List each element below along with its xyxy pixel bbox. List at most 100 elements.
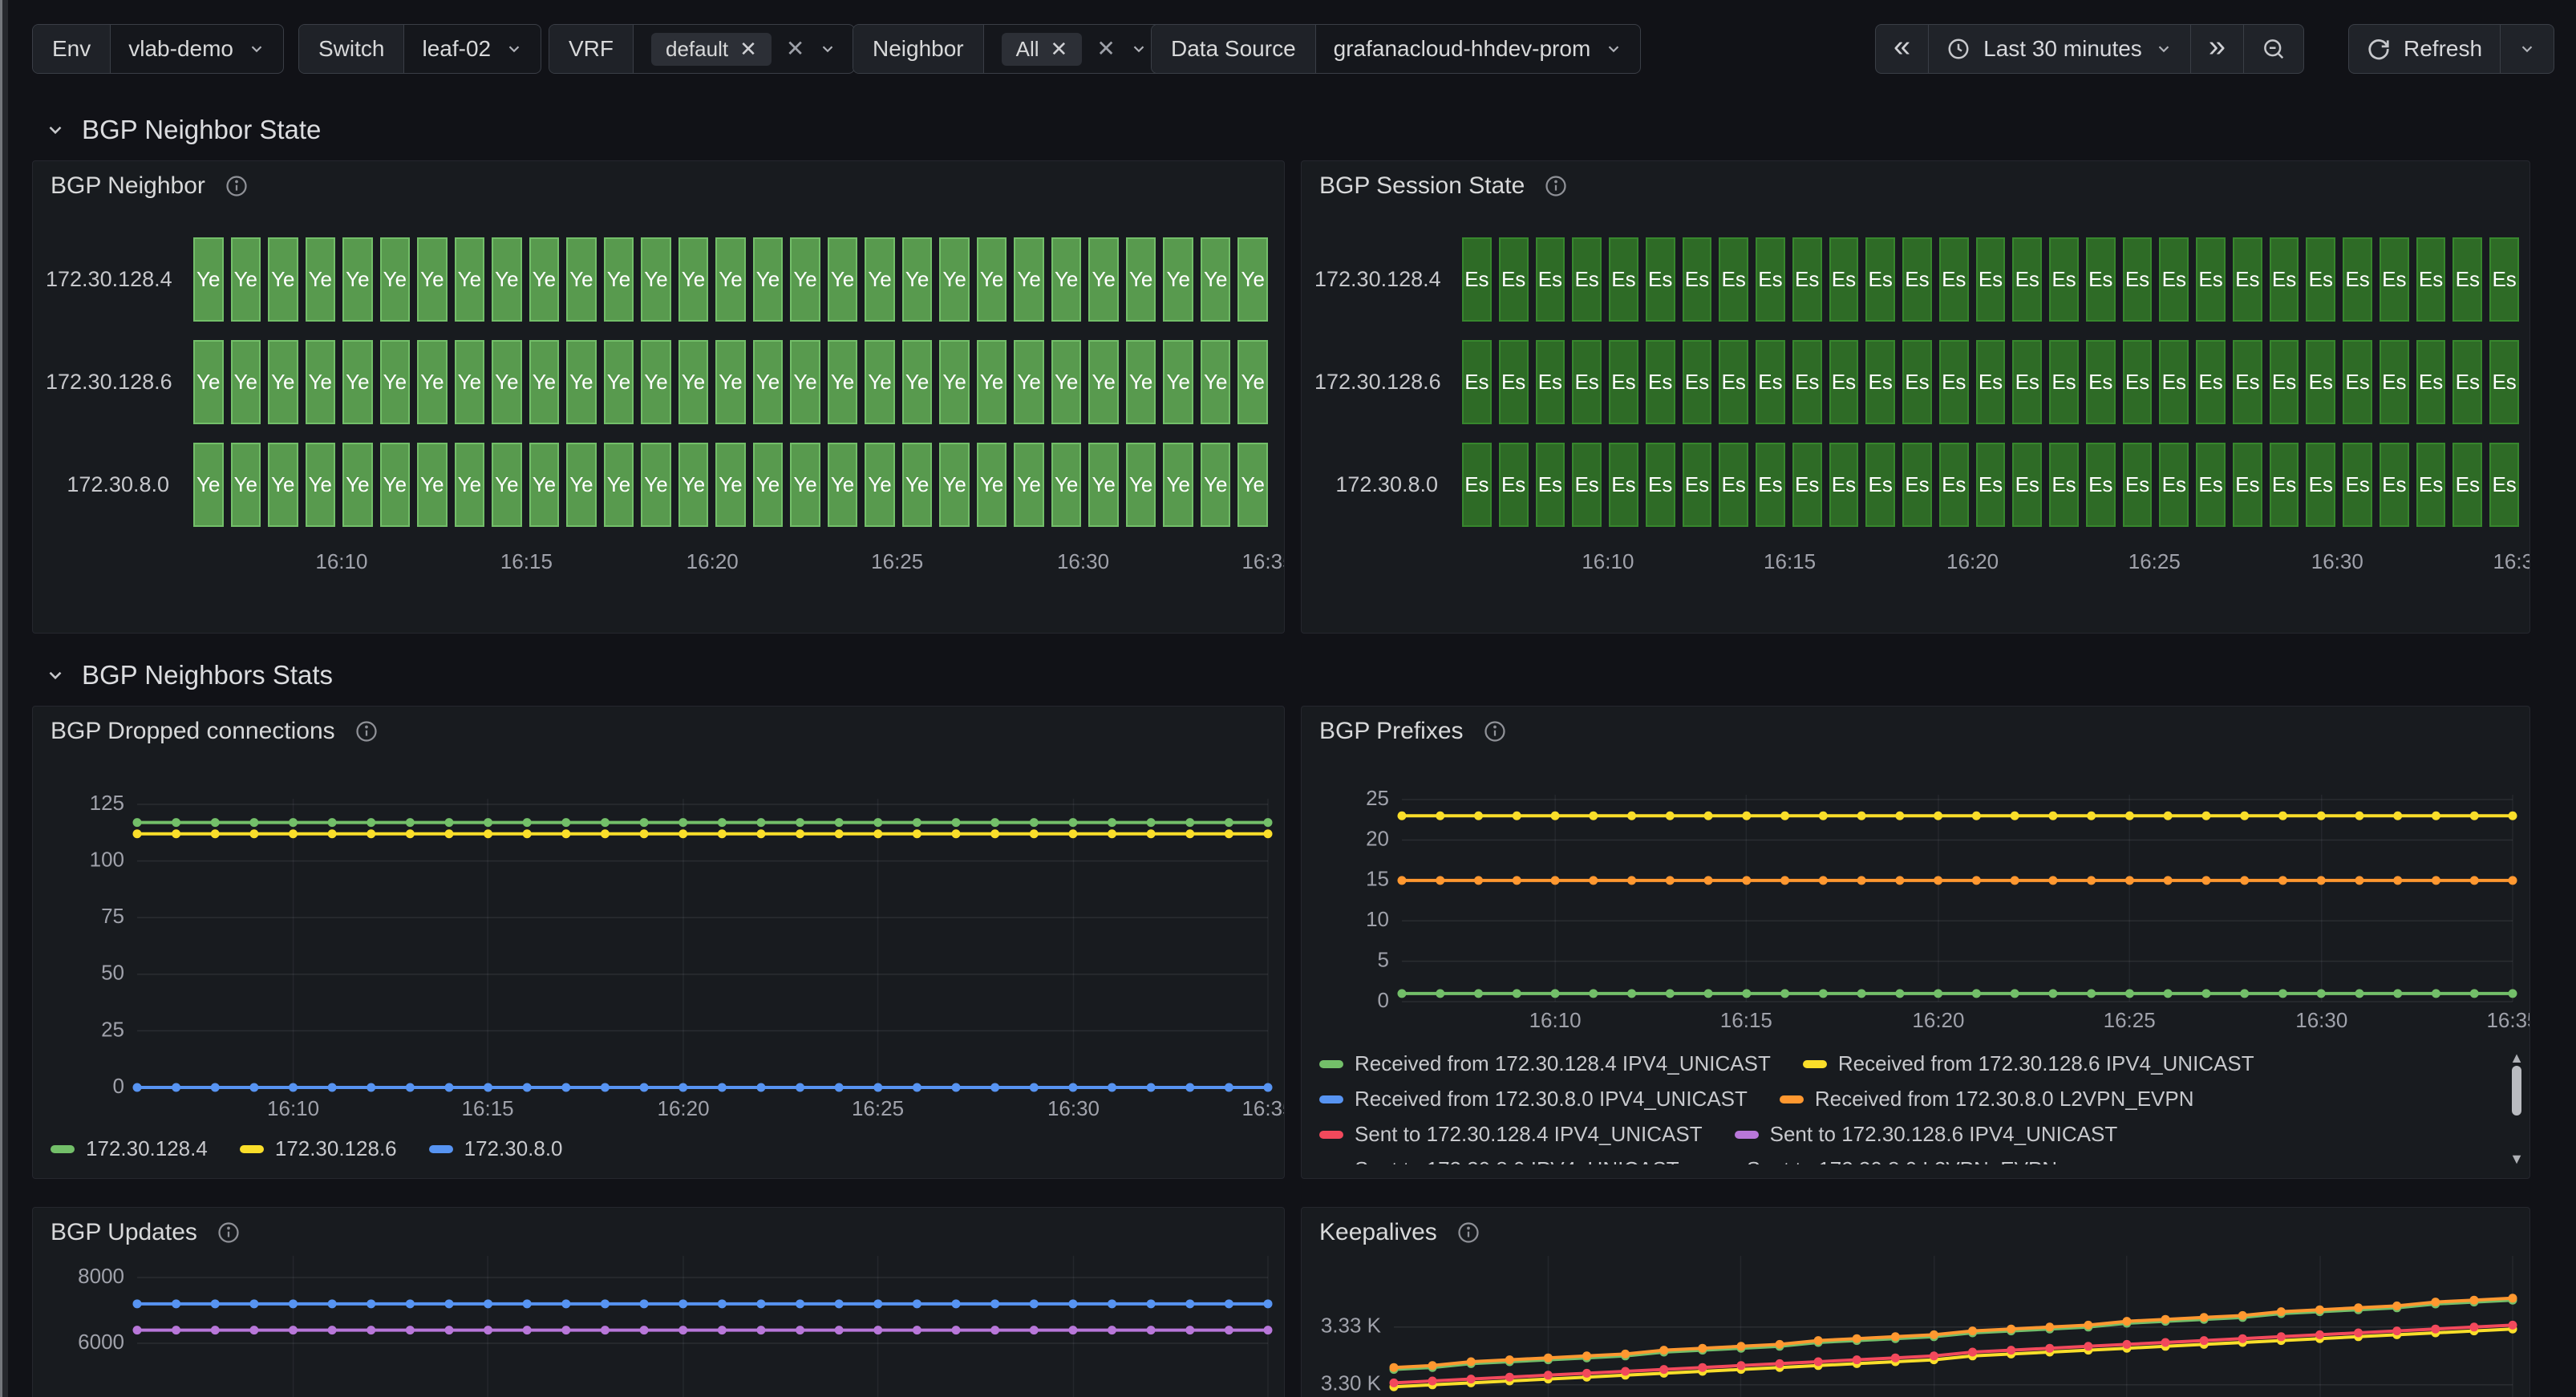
state-cell: Es [2123,237,2153,322]
svg-text:16:25: 16:25 [852,1096,904,1120]
legend-item[interactable]: 172.30.128.6 [240,1136,397,1161]
clear-all-icon[interactable]: ✕ [786,38,804,60]
legend-swatch [1803,1060,1827,1068]
time-shift-back-button[interactable]: « [1876,25,1928,73]
panel-title[interactable]: BGP Prefixes [1319,718,1464,745]
zoom-out-button[interactable] [2243,25,2303,73]
scroll-down-icon[interactable]: ▼ [2509,1151,2524,1167]
panel-title[interactable]: BGP Updates [51,1219,197,1246]
state-cell: Ye [268,340,298,424]
svg-text:75: 75 [101,904,124,928]
legend-item[interactable]: Received from 172.30.8.0 IPV4_UNICAST [1319,1087,1748,1112]
filter-neighbor-value[interactable]: All ✕ ✕ [984,25,1165,73]
remove-value-icon[interactable]: ✕ [739,38,757,59]
info-icon[interactable] [217,1221,241,1245]
state-cell: Es [2159,340,2189,424]
time-range-picker[interactable]: Last 30 minutes [1928,25,2190,73]
scroll-up-icon[interactable]: ▲ [2509,1050,2524,1066]
info-icon[interactable] [354,719,379,743]
x-axis-tick: 16:15 [500,549,553,574]
svg-text:16:25: 16:25 [2104,1008,2156,1032]
legend-item[interactable]: Received from 172.30.8.0 L2VPN_EVPN [1780,1087,2194,1112]
bgp-neighbor-timeline[interactable]: 172.30.128.4YeYeYeYeYeYeYeYeYeYeYeYeYeYe… [33,161,1284,633]
state-cell: Ye [193,237,224,322]
info-icon[interactable] [1456,1221,1480,1245]
state-cell: Es [2049,340,2079,424]
scrollbar-thumb[interactable] [2512,1066,2521,1116]
state-cell: Es [1462,443,1492,527]
state-cell: Ye [1163,237,1193,322]
panel-keepalives: Keepalives 16:1016:1516:2016:2516:3016:3… [1301,1207,2530,1397]
legend-item[interactable]: Sent to 172.30.128.6 IPV4_UNICAST [1735,1122,2118,1147]
state-cell: Ye [566,340,597,424]
filter-neighbor-label: Neighbor [853,25,984,73]
panel-title[interactable]: BGP Session State [1319,172,1525,200]
timeline-row: YeYeYeYeYeYeYeYeYeYeYeYeYeYeYeYeYeYeYeYe… [193,340,1268,424]
section-bgp-neighbor-state[interactable]: BGP Neighbor State [45,112,321,148]
state-cell: Es [2306,443,2335,527]
svg-text:16:15: 16:15 [462,1096,514,1120]
panel-title[interactable]: BGP Dropped connections [51,718,335,745]
legend-item[interactable]: Sent to 172.30.8.0 L2VPN_EVPN [1711,1157,2057,1164]
panel-title[interactable]: BGP Neighbor [51,172,205,200]
filter-switch-value[interactable]: leaf-02 [404,25,541,73]
state-cell: Es [2380,340,2409,424]
state-cell: Es [2049,443,2079,527]
state-cell: Es [1792,443,1822,527]
remove-value-icon[interactable]: ✕ [1051,38,1068,59]
state-cell: Es [1462,340,1492,424]
legend-scrollbar[interactable]: ▲ ▼ [2509,1050,2525,1167]
panel-title[interactable]: Keepalives [1319,1219,1437,1246]
state-cell: Ye [455,340,485,424]
window-edge [0,0,8,1397]
state-cell: Ye [380,340,411,424]
state-cell: Ye [715,340,746,424]
panel-bgp-neighbor: BGP Neighbor 172.30.128.4YeYeYeYeYeYeYeY… [32,160,1285,634]
state-cell: Ye [1014,443,1044,527]
refresh-button[interactable]: Refresh [2349,25,2500,73]
state-cell: Ye [977,340,1007,424]
time-shift-forward-button[interactable]: » [2190,25,2243,73]
state-cell: Ye [1126,340,1156,424]
legend-item[interactable]: Received from 172.30.128.4 IPV4_UNICAST [1319,1051,1771,1076]
legend-item[interactable]: Received from 172.30.128.6 IPV4_UNICAST [1803,1051,2254,1076]
state-cell: Es [2452,237,2482,322]
svg-text:16:10: 16:10 [1529,1008,1582,1032]
legend-item[interactable]: Sent to 172.30.128.4 IPV4_UNICAST [1319,1122,1703,1147]
info-icon[interactable] [1483,719,1507,743]
state-cell: Es [1902,443,1932,527]
bgp-session-state-timeline[interactable]: 172.30.128.4EsEsEsEsEsEsEsEsEsEsEsEsEsEs… [1302,161,2529,633]
state-cell: Ye [828,340,858,424]
legend-item[interactable]: 172.30.128.4 [51,1136,208,1161]
refresh-interval-dropdown[interactable] [2500,25,2554,73]
filter-vrf-chip[interactable]: default ✕ [651,33,772,66]
timeline-row: YeYeYeYeYeYeYeYeYeYeYeYeYeYeYeYeYeYeYeYe… [193,237,1268,322]
filter-neighbor-chip[interactable]: All ✕ [1002,33,1083,66]
filter-env-value[interactable]: vlab-demo [111,25,283,73]
filter-vrf-value[interactable]: default ✕ ✕ [634,25,854,73]
filter-datasource-value[interactable]: grafanacloud-hhdev-prom [1316,25,1641,73]
panel-bgp-dropped-connections: BGP Dropped connections 16:1016:1516:201… [32,706,1285,1179]
keepalives-chart[interactable]: 16:1016:1516:2016:2516:3016:353.30 K3.33… [1302,1208,2529,1397]
time-controls: « Last 30 minutes » [1875,24,2304,74]
section-bgp-neighbors-stats[interactable]: BGP Neighbors Stats [45,658,333,693]
state-cell: Ye [753,237,784,322]
legend-label: Received from 172.30.128.4 IPV4_UNICAST [1355,1051,1771,1076]
state-cell: Es [2416,237,2446,322]
legend-item[interactable]: 172.30.8.0 [429,1136,563,1161]
info-icon[interactable] [1544,174,1568,198]
state-cell: Ye [529,340,560,424]
bgp-dropped-connections-chart[interactable]: 16:1016:1516:2016:2516:3016:350255075100… [33,707,1284,1178]
state-cell: Es [2343,443,2372,527]
clear-all-icon[interactable]: ✕ [1096,38,1115,60]
state-cell: Es [1865,340,1895,424]
state-cell: Es [1536,340,1565,424]
info-icon[interactable] [225,174,249,198]
state-cell: Ye [193,340,224,424]
legend-swatch [1319,1131,1343,1139]
legend-item[interactable]: Sent to 172.30.8.0 IPV4_UNICAST [1319,1157,1679,1164]
state-cell: Ye [566,237,597,322]
state-cell: Es [1683,340,1712,424]
state-cell: Es [1939,340,1969,424]
svg-text:15: 15 [1366,867,1389,891]
